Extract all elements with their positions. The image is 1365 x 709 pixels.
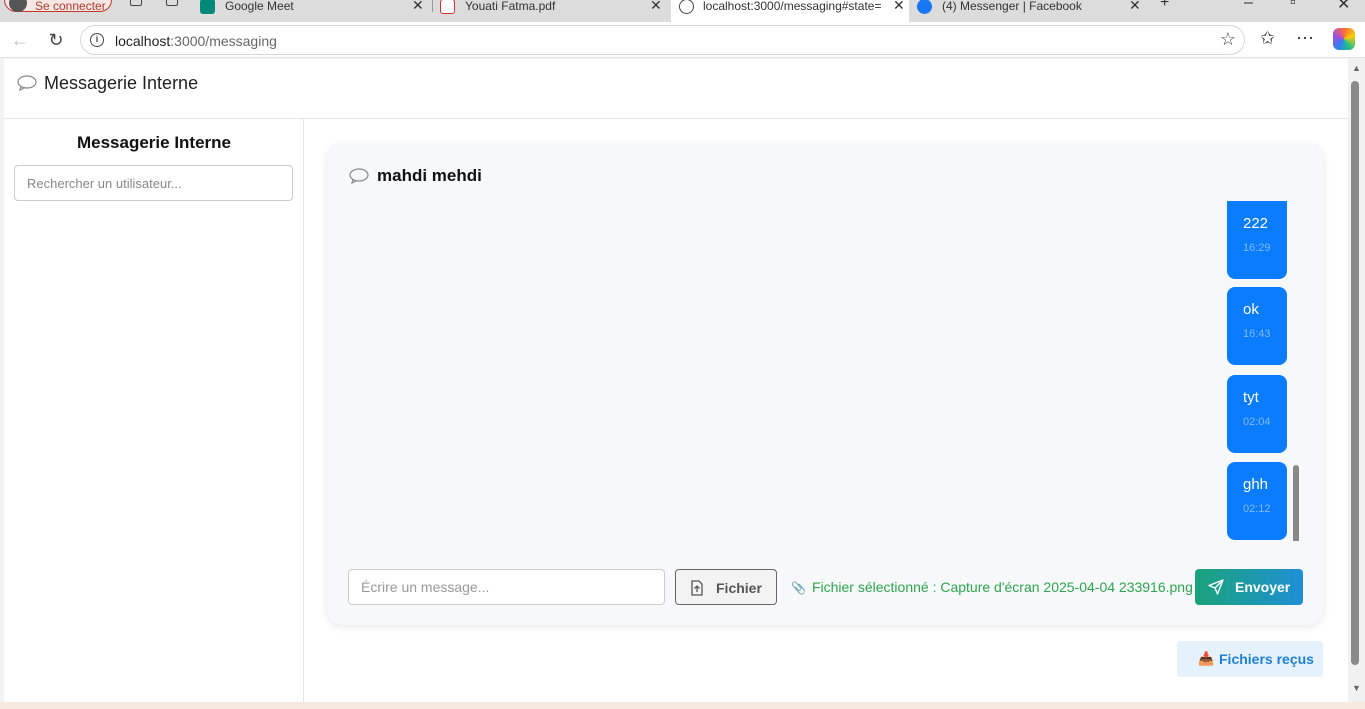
message-bubble: ghh 02:12 bbox=[1227, 462, 1287, 540]
browser-tabstrip: Se connecter Google Meet ✕ Youati Fatma.… bbox=[0, 0, 1365, 22]
file-button-label: Fichier bbox=[716, 580, 762, 596]
received-files-button[interactable]: 📥 Fichiers reçus bbox=[1177, 641, 1323, 677]
inbox-download-icon: 📥 bbox=[1198, 651, 1215, 666]
message-list: 222 16:29 ok 16:43 tyt 02:04 ghh 02:12 bbox=[327, 201, 1307, 541]
tab-title: Google Meet bbox=[225, 0, 294, 13]
message-time: 02:12 bbox=[1243, 503, 1271, 515]
tab-title: (4) Messenger | Facebook bbox=[942, 0, 1082, 13]
url-text: localhost:3000/messaging bbox=[115, 33, 277, 49]
tab-localhost-active[interactable]: localhost:3000/messaging#state= ✕ bbox=[671, 0, 909, 22]
reload-icon[interactable]: ↻ bbox=[44, 28, 68, 52]
taskbar-edge bbox=[0, 702, 1365, 709]
google-meet-icon bbox=[200, 0, 215, 14]
maximize-icon[interactable]: ▫ bbox=[1290, 0, 1296, 12]
message-time: 16:29 bbox=[1243, 242, 1271, 254]
scroll-up-icon[interactable]: ▲ bbox=[1352, 63, 1361, 73]
tab-title: Youati Fatma.pdf bbox=[465, 0, 556, 13]
chat-panel: mahdi mehdi 222 16:29 ok 16:43 tyt 02:04… bbox=[327, 143, 1323, 625]
compose-bar: Fichier 📎 Fichier sélectionné : Capture d… bbox=[348, 569, 1303, 605]
message-input[interactable] bbox=[348, 569, 665, 605]
send-icon bbox=[1208, 579, 1224, 595]
globe-icon bbox=[679, 0, 694, 14]
new-tab-icon[interactable]: + bbox=[1160, 0, 1169, 12]
received-files-label: Fichiers reçus bbox=[1219, 651, 1314, 667]
chat-bubble-icon bbox=[349, 168, 369, 184]
message-text: ghh bbox=[1243, 476, 1269, 493]
message-bubble: 222 16:29 bbox=[1227, 201, 1287, 279]
vertical-tabs-icon[interactable] bbox=[166, 0, 178, 6]
profile-button[interactable]: Se connecter bbox=[4, 0, 112, 13]
page-scrollbar[interactable]: ▲ ▼ bbox=[1348, 59, 1365, 702]
sidebar: Messagerie Interne bbox=[4, 119, 304, 702]
more-options-icon[interactable]: ⋯ bbox=[1296, 28, 1314, 49]
site-info-icon[interactable]: i bbox=[90, 33, 104, 47]
close-icon[interactable]: ✕ bbox=[412, 0, 424, 14]
message-bubble: ok 16:43 bbox=[1227, 287, 1287, 365]
file-upload-icon bbox=[691, 580, 703, 596]
contact-name: mahdi mehdi bbox=[377, 166, 482, 185]
window-close-icon[interactable]: ✕ bbox=[1337, 0, 1350, 14]
scrollbar-thumb[interactable] bbox=[1351, 81, 1359, 665]
app-title: Messagerie Interne bbox=[44, 73, 199, 93]
selected-file-text: Fichier sélectionné : Capture d'écran 20… bbox=[811, 579, 1193, 595]
message-text: tyt bbox=[1243, 389, 1259, 406]
chat-bubble-icon bbox=[17, 75, 37, 91]
tab-pdf[interactable]: Youati Fatma.pdf ✕ bbox=[440, 0, 666, 22]
sidebar-title: Messagerie Interne bbox=[76, 133, 231, 152]
close-icon[interactable]: ✕ bbox=[1129, 0, 1141, 14]
address-bar: ← ↻ i localhost:3000/messaging ☆ ✩ ⋯ bbox=[0, 22, 1365, 58]
close-icon[interactable]: ✕ bbox=[650, 0, 662, 14]
bookmark-star-icon[interactable]: ☆ bbox=[1220, 29, 1236, 50]
send-button[interactable]: Envoyer bbox=[1195, 569, 1303, 605]
facebook-icon bbox=[917, 0, 932, 14]
message-time: 16:43 bbox=[1243, 328, 1271, 340]
selected-file-status: 📎 Fichier sélectionné : Capture d'écran 2… bbox=[791, 579, 1193, 595]
url-field[interactable]: i localhost:3000/messaging ☆ bbox=[80, 25, 1245, 55]
scroll-down-icon[interactable]: ▼ bbox=[1352, 683, 1361, 693]
tab-title: localhost:3000/messaging#state= bbox=[703, 0, 882, 13]
favorites-icon[interactable]: ✩ bbox=[1260, 28, 1275, 49]
message-scrollbar[interactable] bbox=[1293, 465, 1299, 541]
tab-divider bbox=[432, 0, 433, 12]
send-button-label: Envoyer bbox=[1235, 579, 1291, 595]
paperclip-icon: 📎 bbox=[791, 581, 806, 595]
pdf-icon bbox=[440, 0, 455, 14]
message-bubble: tyt 02:04 bbox=[1227, 375, 1287, 453]
file-button[interactable]: Fichier bbox=[675, 569, 777, 605]
tab-google-meet[interactable]: Google Meet ✕ bbox=[200, 0, 432, 22]
profile-label: Se connecter bbox=[35, 0, 106, 13]
search-input[interactable] bbox=[14, 165, 293, 201]
avatar bbox=[9, 0, 27, 12]
message-time: 02:04 bbox=[1243, 416, 1271, 428]
back-icon[interactable]: ← bbox=[8, 28, 32, 52]
minimize-icon[interactable]: – bbox=[1244, 0, 1253, 12]
app-viewport: Messagerie Interne Messagerie Interne ma… bbox=[4, 59, 1348, 702]
close-icon[interactable]: ✕ bbox=[891, 0, 907, 14]
message-text: 222 bbox=[1243, 215, 1269, 232]
tab-facebook[interactable]: (4) Messenger | Facebook ✕ bbox=[917, 0, 1145, 22]
copilot-icon[interactable] bbox=[1333, 28, 1355, 50]
app-header: Messagerie Interne bbox=[4, 59, 1348, 119]
workspaces-icon[interactable] bbox=[130, 0, 142, 6]
message-text: ok bbox=[1243, 301, 1259, 318]
